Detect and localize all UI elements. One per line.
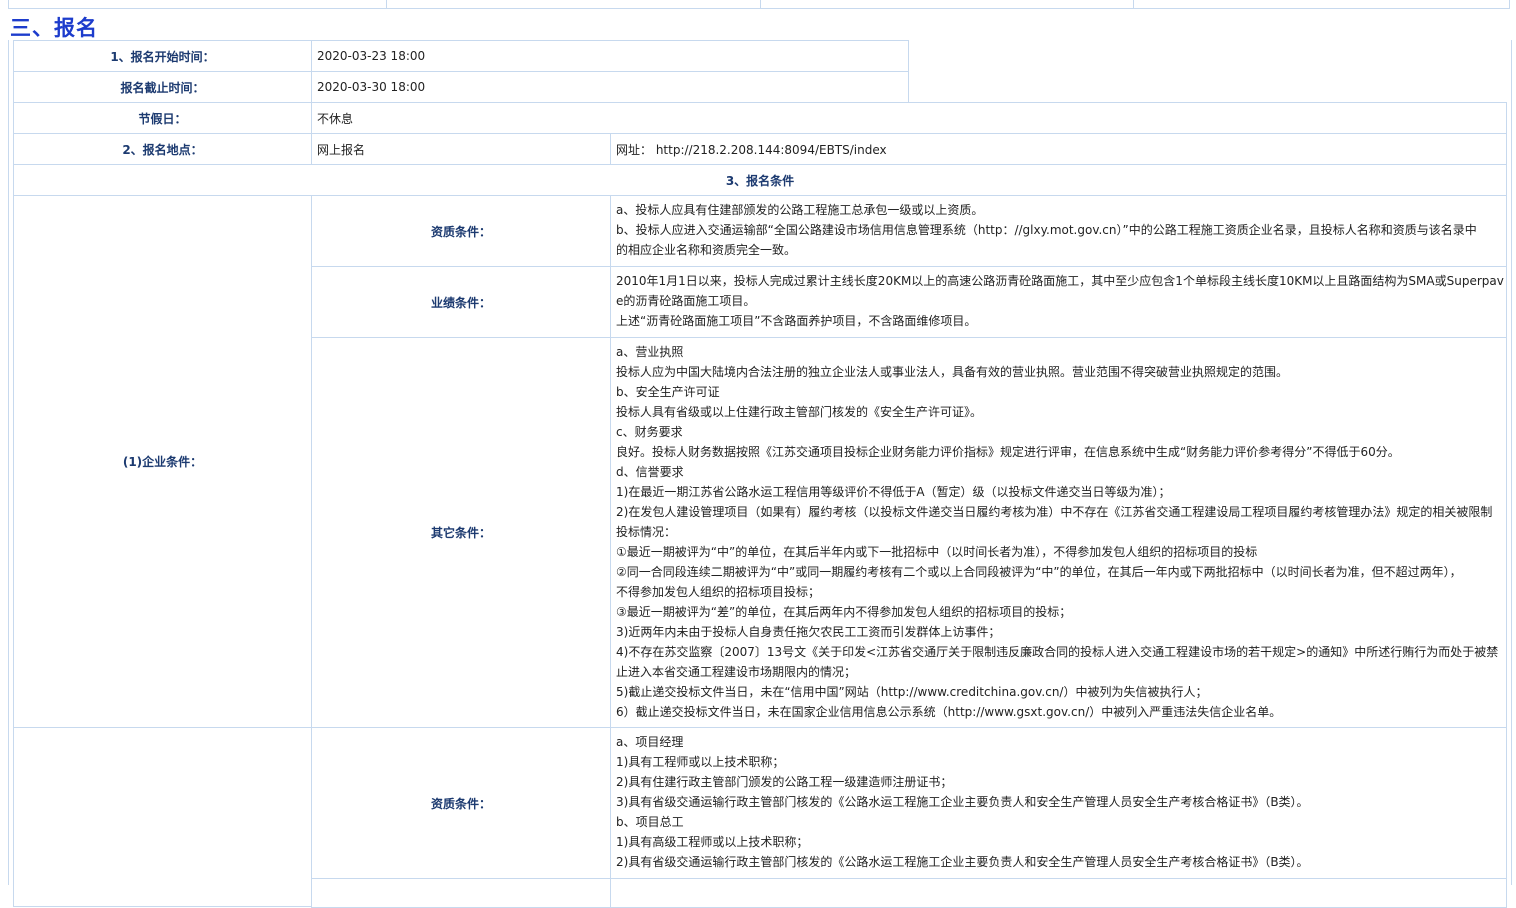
enterprise-conditions-label: (1)企业条件：: [13, 195, 312, 728]
enterprise-other-text: a、营业执照 投标人应为中国大陆境内合法注册的独立企业法人或事业法人，具备有效的…: [610, 337, 1507, 728]
text-line: 投标人应为中国大陆境内合法注册的独立企业法人或事业法人，具备有效的营业执照。营业…: [616, 365, 1289, 379]
end-time-label: 报名截止时间：: [13, 71, 312, 103]
personnel-qualification-text: a、项目经理 1)具有工程师或以上技术职称； 2)具有住建行政主管部门颁发的公路…: [610, 727, 1507, 879]
next-row-text: [610, 878, 1507, 908]
enterprise-performance-text: 2010年1月1日以来，投标人完成过累计主线长度20KM以上的高速公路沥青砼路面…: [610, 266, 1507, 338]
text-line: 1)具有高级工程师或以上技术职称；: [616, 835, 809, 849]
text-line: b、投标人应进入交通运输部“全国公路建设市场信用信息管理系统（http：//gl…: [616, 223, 1477, 237]
registration-table: 1、报名开始时间： 2020-03-23 18:00 报名截止时间： 2020-…: [8, 40, 1512, 908]
next-row-label: [311, 878, 611, 908]
holiday-label: 节假日：: [13, 102, 312, 134]
text-line: 4)不存在苏交监察〔2007〕13号文《关于印发<江苏省交通厅关于限制违反廉政合…: [616, 645, 1499, 659]
end-time-value: 2020-03-30 18:00: [311, 71, 909, 103]
text-line: 3)近两年内未由于投标人自身责任拖欠农民工工资而引发群体上访事件；: [616, 625, 1001, 639]
text-line: 2)在发包人建设管理项目（如果有）履约考核（以投标文件递交当日履约考核为准）中不…: [616, 505, 1493, 519]
text-line: ③最近一期被评为“差”的单位，在其后两年内不得参加发包人组织的招标项目的投标；: [616, 605, 1072, 619]
text-line: 6）截止递交投标文件当日，未在国家企业信用信息公示系统（http://www.g…: [616, 705, 1282, 719]
text-line: b、安全生产许可证: [616, 385, 720, 399]
text-line: 的相应企业名称和资质完全一致。: [616, 243, 797, 257]
text-line: ①最近一期被评为“中”的单位，在其后半年内或下一批招标中（以时间长者为准），不得…: [616, 545, 1258, 559]
text-line: 上述“沥青砼路面施工项目”不含路面养护项目，不含路面维修项目。: [616, 314, 977, 328]
text-line: 2)具有省级交通运输行政主管部门核发的《公路水运工程施工企业主要负责人和安全生产…: [616, 855, 1309, 869]
section-title: 三、报名: [10, 16, 98, 40]
conditions-header: 3、报名条件: [13, 164, 1507, 196]
personnel-qualification-label: 资质条件：: [311, 727, 611, 879]
enterprise-qualification-label: 资质条件：: [311, 195, 611, 267]
text-line: 不得参加发包人组织的招标项目投标；: [616, 585, 821, 599]
enterprise-performance-label: 业绩条件：: [311, 266, 611, 338]
text-line: 5)截止递交投标文件当日，未在“信用中国”网站（http://www.credi…: [616, 685, 1208, 699]
text-line: a、投标人应具有住建部颁发的公路工程施工总承包一级或以上资质。: [616, 203, 984, 217]
personnel-conditions-label: [13, 727, 312, 907]
enterprise-qualification-text: a、投标人应具有住建部颁发的公路工程施工总承包一级或以上资质。 b、投标人应进入…: [610, 195, 1507, 267]
text-line: 3)具有省级交通运输行政主管部门核发的《公路水运工程施工企业主要负责人和安全生产…: [616, 795, 1309, 809]
text-line: 2010年1月1日以来，投标人完成过累计主线长度20KM以上的高速公路沥青砼路面…: [616, 274, 1504, 288]
text-line: c、财务要求: [616, 425, 683, 439]
start-time-value: 2020-03-23 18:00: [311, 40, 909, 72]
text-line: a、项目经理: [616, 735, 684, 749]
enterprise-other-label: 其它条件：: [311, 337, 611, 728]
text-line: 良好。投标人财务数据按照《江苏交通项目投标企业财务能力评价指标》规定进行评审，在…: [616, 445, 1400, 459]
holiday-value: 不休息: [311, 102, 1507, 134]
text-line: 投标情况：: [616, 525, 677, 539]
text-line: d、信誉要求: [616, 465, 684, 479]
text-line: ②同一合同段连续二期被评为“中”或同一期履约考核有二个或以上合同段被评为“中”的…: [616, 565, 1462, 579]
text-line: a、营业执照: [616, 345, 684, 359]
text-line: b、项目总工: [616, 815, 684, 829]
text-line: 1)在最近一期江苏省公路水运工程信用等级评价不得低于A（暂定）级（以投标文件递交…: [616, 485, 1171, 499]
start-time-label: 1、报名开始时间：: [13, 40, 312, 72]
text-line: 止进入本省交通工程建设市场期限内的情况；: [616, 665, 857, 679]
location-value: 网上报名: [311, 133, 611, 165]
text-line: e的沥青砼路面施工项目。: [616, 294, 756, 308]
text-line: 1)具有工程师或以上技术职称；: [616, 755, 785, 769]
top-table-remnant: [8, 0, 1510, 9]
registration-url[interactable]: 网址： http://218.2.208.144:8094/EBTS/index: [610, 133, 1507, 165]
location-label: 2、报名地点：: [13, 133, 312, 165]
text-line: 投标人具有省级或以上住建行政主管部门核发的《安全生产许可证》。: [616, 405, 983, 419]
text-line: 2)具有住建行政主管部门颁发的公路工程一级建造师注册证书；: [616, 775, 953, 789]
